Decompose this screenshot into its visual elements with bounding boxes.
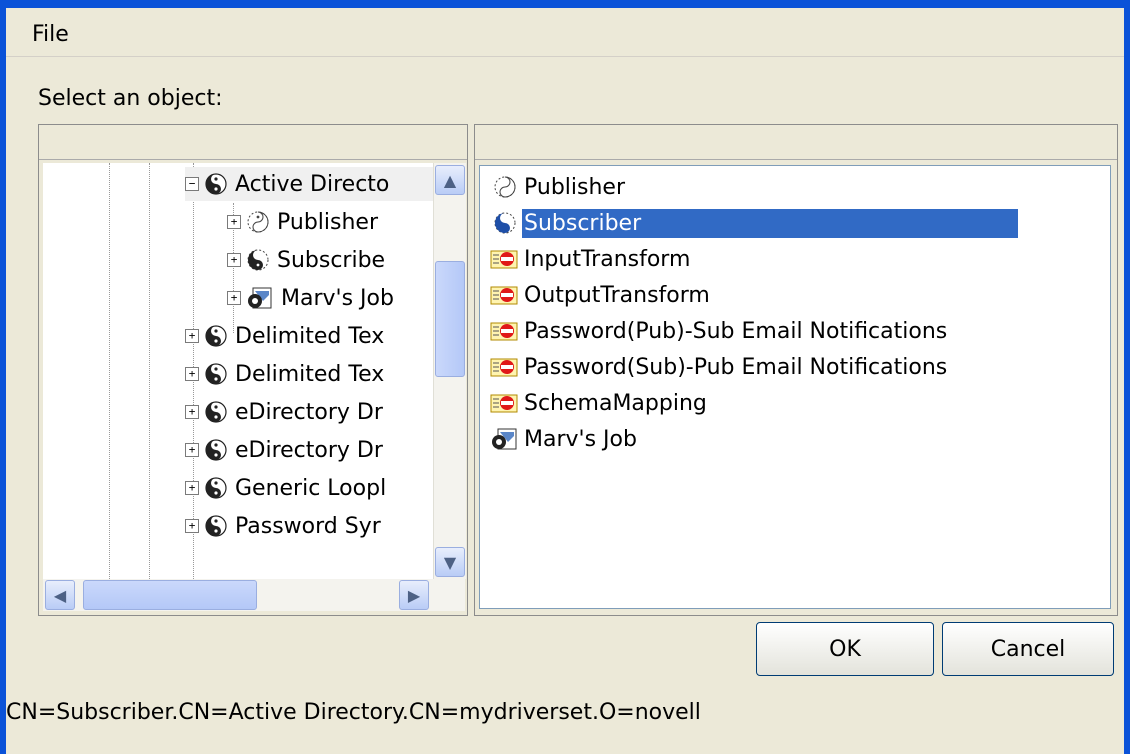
tree-item-label: Generic Loopl — [235, 475, 387, 501]
tree-item-label: Publisher — [277, 209, 378, 235]
tree-item-publisher[interactable]: + Publisher — [227, 205, 378, 239]
publisher-channel-icon — [494, 176, 516, 198]
tree-item-edirectory-2[interactable]: + eDirectory Dr — [185, 433, 383, 467]
tree-horizontal-scrollbar[interactable]: ◀ ▶ — [43, 579, 465, 611]
tree-vertical-scrollbar[interactable]: ▲ ▼ — [433, 163, 466, 579]
tree-item-label: Delimited Tex — [235, 361, 385, 387]
tree-item-delimited-text-1[interactable]: + Delimited Tex — [185, 319, 384, 353]
object-tree[interactable]: − Active Directo + Publisher + Subscribe… — [43, 163, 433, 579]
tree-item-generic-loopback[interactable]: + Generic Loopl — [185, 471, 386, 505]
list-item-label: SchemaMapping — [524, 390, 707, 416]
list-item-publisher[interactable]: Publisher — [490, 170, 629, 204]
expand-icon[interactable]: + — [227, 215, 241, 229]
yin-yang-icon — [205, 401, 227, 423]
tree-item-label: Delimited Tex — [235, 323, 385, 349]
scroll-down-icon[interactable]: ▼ — [435, 547, 465, 577]
tree-item-delimited-text-2[interactable]: + Delimited Tex — [185, 357, 384, 391]
list-item-subscriber[interactable]: Subscriber — [490, 206, 1018, 240]
scroll-left-icon[interactable]: ◀ — [45, 580, 75, 610]
list-item-marvs-job[interactable]: Marv's Job — [490, 422, 641, 456]
rule-icon — [490, 358, 518, 377]
tree-item-active-directory[interactable]: − Active Directo — [185, 167, 433, 201]
expand-icon[interactable]: + — [185, 405, 199, 419]
expand-icon[interactable]: + — [185, 443, 199, 457]
yin-yang-icon — [205, 173, 227, 195]
window-frame-right — [1124, 0, 1130, 754]
list-item-label: Password(Pub)-Sub Email Notifications — [524, 318, 948, 344]
yin-yang-icon — [205, 477, 227, 499]
list-item-label: Marv's Job — [524, 426, 637, 452]
tree-pane-header — [39, 125, 467, 160]
expand-icon[interactable]: + — [227, 253, 241, 267]
list-item-output-transform[interactable]: OutputTransform — [490, 278, 714, 312]
tree-item-subscriber[interactable]: + Subscribe — [227, 243, 385, 277]
expand-icon[interactable]: + — [185, 481, 199, 495]
tree-item-label: eDirectory Dr — [235, 399, 383, 425]
list-item-input-transform[interactable]: InputTransform — [490, 242, 694, 276]
yin-yang-icon — [205, 325, 227, 347]
list-pane-header — [475, 125, 1117, 160]
subscriber-channel-icon — [494, 212, 516, 234]
tree-item-label: Password Syr — [235, 513, 381, 539]
rule-icon — [490, 286, 518, 305]
yin-yang-icon — [205, 363, 227, 385]
tree-item-label: Marv's Job — [281, 285, 394, 311]
expand-icon[interactable]: + — [227, 291, 241, 305]
list-item-label: Subscriber — [522, 208, 1018, 238]
menu-file[interactable]: File — [32, 22, 69, 47]
vertical-scroll-thumb[interactable] — [435, 261, 465, 377]
job-icon — [248, 287, 272, 309]
rule-icon — [490, 394, 518, 413]
tree-item-label: eDirectory Dr — [235, 437, 383, 463]
collapse-icon[interactable]: − — [185, 177, 199, 191]
horizontal-scroll-thumb[interactable] — [83, 580, 257, 610]
expand-icon[interactable]: + — [185, 367, 199, 381]
rule-icon — [490, 322, 518, 341]
tree-guide-line — [109, 163, 110, 579]
expand-icon[interactable]: + — [185, 329, 199, 343]
list-item-password-sub-pub[interactable]: Password(Sub)-Pub Email Notifications — [490, 350, 951, 384]
ok-button[interactable]: OK — [756, 622, 934, 676]
cancel-button[interactable]: Cancel — [942, 622, 1114, 676]
list-item-label: Publisher — [524, 174, 625, 200]
tree-item-marvs-job[interactable]: + Marv's Job — [227, 281, 394, 315]
yin-yang-icon — [205, 515, 227, 537]
list-item-label: Password(Sub)-Pub Email Notifications — [524, 354, 948, 380]
publisher-channel-icon — [247, 211, 269, 233]
rule-icon — [490, 250, 518, 269]
tree-guide-line — [149, 163, 150, 579]
expand-icon[interactable]: + — [185, 519, 199, 533]
window-frame-top — [0, 0, 1130, 8]
tree-item-edirectory-1[interactable]: + eDirectory Dr — [185, 395, 383, 429]
tree-item-password-sync[interactable]: + Password Syr — [185, 509, 381, 543]
prompt-label: Select an object: — [38, 86, 223, 111]
list-item-label: InputTransform — [524, 246, 691, 272]
list-item-schema-mapping[interactable]: SchemaMapping — [490, 386, 711, 420]
yin-yang-icon — [205, 439, 227, 461]
subscriber-channel-icon — [247, 249, 269, 271]
tree-item-label: Subscribe — [277, 247, 386, 273]
object-list-pane: Publisher Subscriber InputTransform Outp… — [474, 124, 1118, 616]
scroll-right-icon[interactable]: ▶ — [399, 580, 429, 610]
tree-pane: − Active Directo + Publisher + Subscribe… — [38, 124, 468, 616]
list-item-password-pub-sub[interactable]: Password(Pub)-Sub Email Notifications — [490, 314, 951, 348]
job-icon — [492, 428, 517, 450]
status-bar-dn: CN=Subscriber.CN=Active Directory.CN=myd… — [6, 700, 701, 725]
scroll-up-icon[interactable]: ▲ — [435, 165, 465, 195]
object-list[interactable]: Publisher Subscriber InputTransform Outp… — [479, 165, 1111, 609]
menu-bar: File — [6, 8, 1124, 57]
list-item-label: OutputTransform — [524, 282, 710, 308]
window-frame-left — [0, 0, 6, 754]
tree-item-label: Active Directo — [235, 171, 390, 197]
